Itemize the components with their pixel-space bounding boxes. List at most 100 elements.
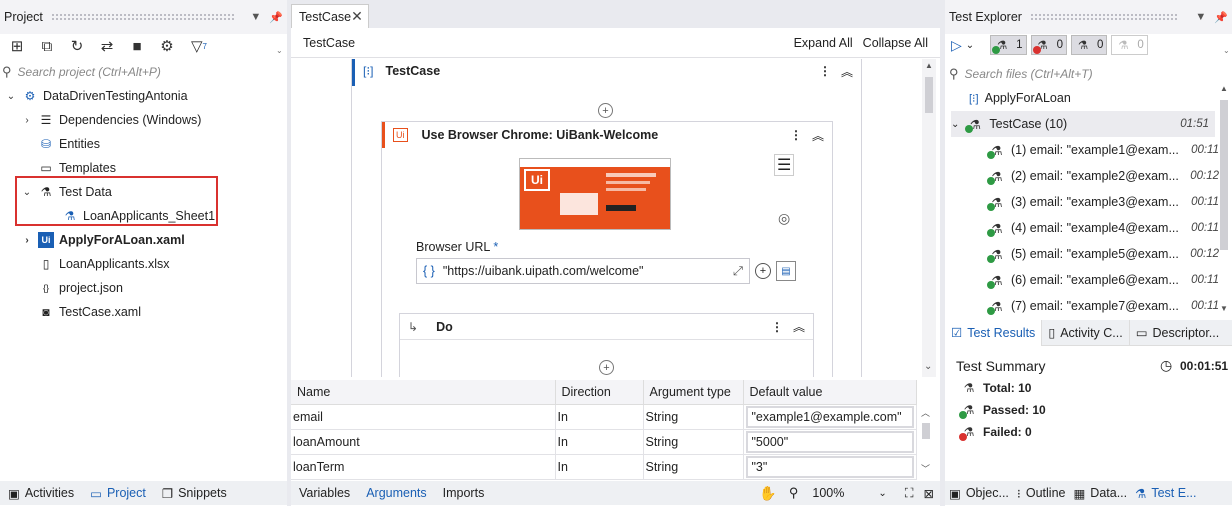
- test-list-scrollbar[interactable]: ▲ ▼: [1218, 84, 1230, 316]
- tree-item-project-json[interactable]: {} project.json: [20, 277, 123, 299]
- arg-direction[interactable]: In: [555, 454, 644, 480]
- tree-item-entities[interactable]: ⛁ Entities: [20, 133, 100, 155]
- arg-type[interactable]: String: [643, 429, 744, 455]
- designer-tab[interactable]: TestCase ✕: [291, 4, 369, 28]
- zoom-level[interactable]: 100%: [812, 486, 844, 500]
- overview-icon[interactable]: ⊠: [924, 486, 934, 501]
- run-icon[interactable]: ▷: [951, 37, 962, 54]
- tab-activity-coverage[interactable]: ▯ Activity C...: [1041, 319, 1128, 346]
- test-item[interactable]: ⚗ (6) email: "example6@exam... 00:11: [987, 267, 1219, 293]
- col-name[interactable]: Name: [291, 380, 556, 405]
- menu-icon[interactable]: ☰: [774, 154, 795, 176]
- scrollbar-thumb[interactable]: [925, 77, 933, 113]
- col-default-value[interactable]: Default value: [743, 380, 917, 405]
- target-icon[interactable]: ◎: [778, 210, 790, 227]
- tree-item-test-data[interactable]: ⌄ ⚗ Test Data: [20, 181, 112, 203]
- col-argument-type[interactable]: Argument type: [643, 380, 744, 405]
- tab-outline[interactable]: ⁝ Outline: [1013, 481, 1070, 505]
- arg-direction[interactable]: In: [555, 404, 644, 430]
- test-item[interactable]: ⚗ (1) email: "example1@exam... 00:11: [987, 137, 1219, 163]
- filter-icon[interactable]: ▽ 7: [188, 37, 210, 55]
- test-item[interactable]: ⚗ (2) email: "example2@exam... 00:12: [987, 163, 1219, 189]
- tab-project[interactable]: ▭ Project: [82, 481, 154, 505]
- refresh-icon[interactable]: ↻: [68, 37, 86, 55]
- tab-object-repository[interactable]: ▣ Objec...: [945, 481, 1013, 505]
- tree-item-apply-for-a-loan[interactable]: › Ui ApplyForALoan.xaml: [20, 229, 185, 251]
- dropdown-icon[interactable]: ▼: [250, 11, 261, 23]
- chevron-down-icon[interactable]: ⌄: [4, 91, 18, 102]
- tree-item-loan-applicants-xlsx[interactable]: ▯ LoanApplicants.xlsx: [20, 253, 170, 275]
- arg-direction[interactable]: In: [555, 429, 644, 455]
- chevron-down-icon[interactable]: ⌄: [20, 187, 34, 198]
- arg-name[interactable]: loanAmount: [291, 429, 556, 455]
- add-icon[interactable]: ⊞: [8, 37, 26, 55]
- zoom-icon[interactable]: ⚲: [789, 485, 799, 501]
- tree-item-dependencies[interactable]: › ☰ Dependencies (Windows): [20, 109, 201, 131]
- arg-default[interactable]: "example1@example.com": [743, 404, 917, 430]
- dropdown-icon[interactable]: ▼: [1195, 11, 1206, 23]
- tab-test-results[interactable]: ☑ Test Results: [945, 319, 1042, 346]
- tree-item-loan-applicants-sheet[interactable]: ⚗ LoanApplicants_Sheet1: [58, 205, 215, 227]
- arg-default[interactable]: "5000": [743, 429, 917, 455]
- table-row[interactable]: email In String "example1@example.com": [291, 404, 917, 430]
- chevron-up-icon[interactable]: ︽: [841, 63, 853, 80]
- arg-default[interactable]: "3": [743, 454, 917, 480]
- expand-icon[interactable]: ⤢: [733, 264, 743, 279]
- chevron-right-icon[interactable]: ›: [20, 115, 34, 126]
- toolbar-overflow-icon[interactable]: ⌄: [1223, 46, 1230, 55]
- arg-name[interactable]: email: [291, 404, 556, 430]
- drag-grip[interactable]: [1029, 13, 1180, 21]
- tree-item-project[interactable]: ⌄ ⚙ DataDrivenTestingAntonia: [4, 85, 188, 107]
- table-row[interactable]: loanAmount In String "5000": [291, 429, 917, 455]
- more-icon[interactable]: ⋮: [790, 128, 802, 142]
- close-icon[interactable]: ✕: [351, 8, 363, 25]
- browse-icon[interactable]: ▤: [776, 261, 796, 281]
- do-container[interactable]: ↳ Do ⋮ ︽ +: [399, 313, 814, 377]
- pin-icon[interactable]: 📌: [269, 11, 283, 24]
- toolbar-overflow-icon[interactable]: ⌄: [276, 46, 283, 55]
- test-item[interactable]: ⚗ (3) email: "example3@exam... 00:11: [987, 189, 1219, 215]
- disabled-filter[interactable]: ⚗ 0: [1111, 35, 1148, 55]
- test-item[interactable]: ⚗ (7) email: "example7@exam... 00:11: [987, 293, 1219, 319]
- tab-imports[interactable]: Imports: [435, 481, 493, 505]
- use-browser-activity[interactable]: Ui Use Browser Chrome: UiBank-Welcome ⋮ …: [381, 121, 833, 377]
- pin-icon[interactable]: 📌: [1214, 11, 1228, 24]
- arg-name[interactable]: loanTerm: [291, 454, 556, 480]
- tab-descriptor[interactable]: ▭ Descriptor...: [1128, 319, 1226, 346]
- chevron-right-icon[interactable]: ›: [20, 235, 34, 246]
- args-scrollbar[interactable]: ︿ ﹀: [919, 404, 933, 480]
- add-activity-button[interactable]: +: [598, 103, 613, 118]
- open-folder-icon[interactable]: ■: [128, 37, 146, 55]
- tab-variables[interactable]: Variables: [291, 481, 358, 505]
- test-item[interactable]: ⚗ (4) email: "example4@exam... 00:11: [987, 215, 1219, 241]
- chevron-down-icon[interactable]: ⌄: [878, 488, 886, 499]
- test-item-testcase[interactable]: ⌄ ⚗ TestCase (10) 01:51: [951, 111, 1215, 137]
- failed-filter[interactable]: ⚗ 0: [1030, 35, 1067, 55]
- more-icon[interactable]: ⋮: [771, 320, 783, 334]
- collapse-all-button[interactable]: Collapse All: [863, 36, 928, 50]
- test-item-apply-for-a-loan[interactable]: [⁝] ApplyForALoan: [969, 85, 1071, 111]
- canvas-scrollbar[interactable]: ▲ ⌄: [922, 59, 936, 377]
- designer-canvas[interactable]: [⁝] TestCase ⋮ ︽ + Ui Use Browser Chrome…: [291, 59, 922, 377]
- arg-type[interactable]: String: [643, 404, 744, 430]
- sequence-testcase[interactable]: [⁝] TestCase ⋮ ︽ + Ui Use Browser Chrome…: [351, 59, 862, 377]
- collapse-icon[interactable]: ⧉: [38, 37, 56, 55]
- gear-icon[interactable]: ⚙: [158, 37, 176, 55]
- tab-activities[interactable]: ▣ Activities: [0, 481, 82, 505]
- more-icon[interactable]: ⋮: [819, 64, 831, 78]
- test-search-input[interactable]: ⚲ Search files (Ctrl+Alt+T): [949, 66, 1219, 82]
- add-variable-button[interactable]: +: [755, 263, 771, 279]
- passed-filter[interactable]: ⚗ 1: [990, 35, 1027, 55]
- tree-item-testcase-xaml[interactable]: ◙ TestCase.xaml: [20, 301, 141, 323]
- chevron-down-icon[interactable]: ⌄: [951, 119, 959, 130]
- table-row[interactable]: loanTerm In String "3": [291, 454, 917, 480]
- test-item[interactable]: ⚗ (5) email: "example5@exam... 00:12: [987, 241, 1219, 267]
- fit-screen-icon[interactable]: ⛶: [905, 486, 914, 501]
- tab-arguments[interactable]: Arguments: [358, 481, 434, 505]
- chevron-up-icon[interactable]: ︽: [812, 127, 824, 144]
- project-search-input[interactable]: ⚲ Search project (Ctrl+Alt+P): [2, 64, 282, 80]
- browser-url-field[interactable]: { } "https://uibank.uipath.com/welcome" …: [416, 258, 750, 284]
- notrun-filter[interactable]: ⚗ 0: [1070, 35, 1108, 55]
- add-activity-button[interactable]: +: [599, 360, 614, 375]
- tab-snippets[interactable]: ❐ Snippets: [154, 481, 235, 505]
